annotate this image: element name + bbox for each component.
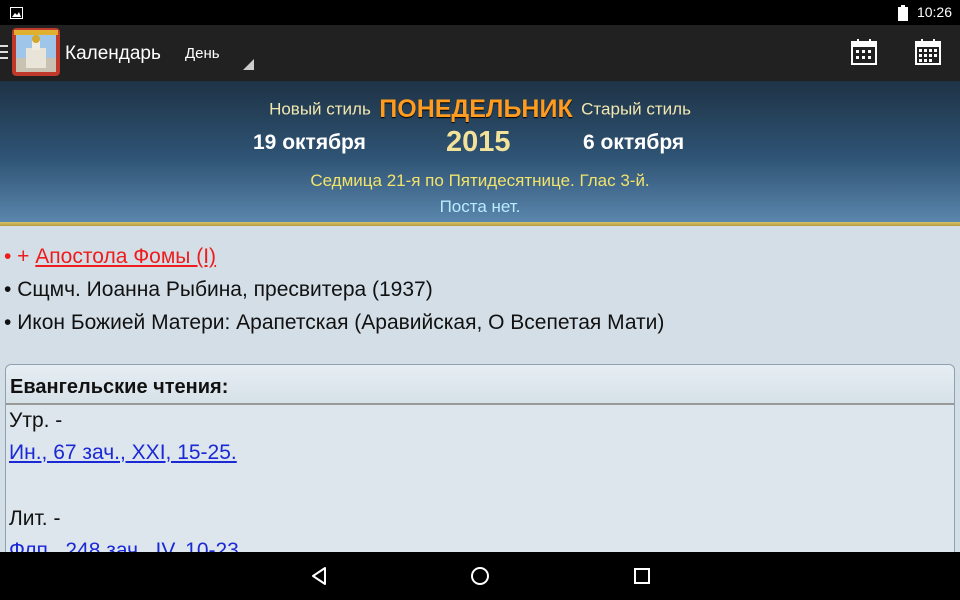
saint-bullet: •	[4, 278, 18, 301]
weekday-row: Новый стиль ПОНЕДЕЛЬНИК Старый стиль	[0, 95, 960, 127]
app-church-icon[interactable]	[12, 28, 60, 76]
saint-item: • Икон Божией Матери: Арапетская (Аравий…	[4, 306, 664, 339]
day-content[interactable]: • + Апостола Фомы (I) • Сщмч. Иоанна Рыб…	[0, 226, 960, 552]
back-icon[interactable]	[307, 564, 331, 588]
clock: 10:26	[916, 4, 952, 20]
menu-icon[interactable]	[0, 44, 8, 65]
view-mode-label: День	[185, 45, 220, 62]
spinner-arrow-icon	[243, 57, 254, 75]
fast-info: Поста нет.	[439, 197, 521, 216]
saint-text: Сщмч. Иоанна Рыбина, пресвитера (1937)	[17, 278, 433, 301]
recents-icon[interactable]	[630, 564, 654, 588]
saint-bullet: • +	[4, 245, 36, 268]
week-info: Седмица 21-я по Пятидесятнице. Глас 3-й.	[310, 171, 650, 190]
morning-label: Утр. -	[9, 409, 63, 432]
date-header: Новый стиль ПОНЕДЕЛЬНИК Старый стиль 19 …	[0, 81, 960, 222]
saints-list: • + Апостола Фомы (I) • Сщмч. Иоанна Рыб…	[4, 240, 664, 339]
action-bar: Календарь День	[0, 25, 960, 81]
saint-bullet: •	[4, 311, 18, 334]
view-mode-spinner[interactable]: День	[174, 35, 258, 77]
year: 2015	[446, 126, 511, 158]
readings-body: Утр. - Ин., 67 зач., XXI, 15-25. Лит. - …	[6, 405, 954, 552]
app-title: Календарь	[65, 43, 161, 64]
home-icon[interactable]	[468, 564, 492, 588]
old-style-label: Старый стиль	[581, 99, 691, 119]
date-old-style: 6 октября	[583, 131, 685, 154]
new-style-label: Новый стиль	[269, 99, 371, 119]
readings-panel: Евангельские чтения: Утр. - Ин., 67 зач.…	[5, 364, 955, 552]
saint-text: Икон Божией Матери: Арапетская (Аравийск…	[17, 311, 665, 334]
image-notification-icon	[10, 6, 23, 24]
readings-title: Евангельские чтения:	[6, 365, 954, 405]
calendar-grid-icon[interactable]	[915, 39, 941, 65]
date-new-style: 19 октября	[253, 131, 366, 154]
saint-link[interactable]: Апостола Фомы (I)	[35, 245, 216, 268]
calendar-month-icon[interactable]	[851, 39, 877, 65]
navigation-bar	[0, 552, 960, 600]
liturgy-label: Лит. -	[9, 507, 61, 530]
status-bar: 10:26	[0, 0, 960, 25]
morning-reading-link[interactable]: Ин., 67 зач., XXI, 15-25.	[9, 441, 237, 464]
liturgy-reading-link[interactable]: Флп., 248 зач., IV, 10-23.	[9, 539, 245, 552]
saint-item: • Сщмч. Иоанна Рыбина, пресвитера (1937)	[4, 273, 664, 306]
day-of-week: ПОНЕДЕЛЬНИК	[379, 95, 573, 123]
battery-icon	[898, 5, 908, 26]
saint-item-feast: • + Апостола Фомы (I)	[4, 240, 664, 273]
